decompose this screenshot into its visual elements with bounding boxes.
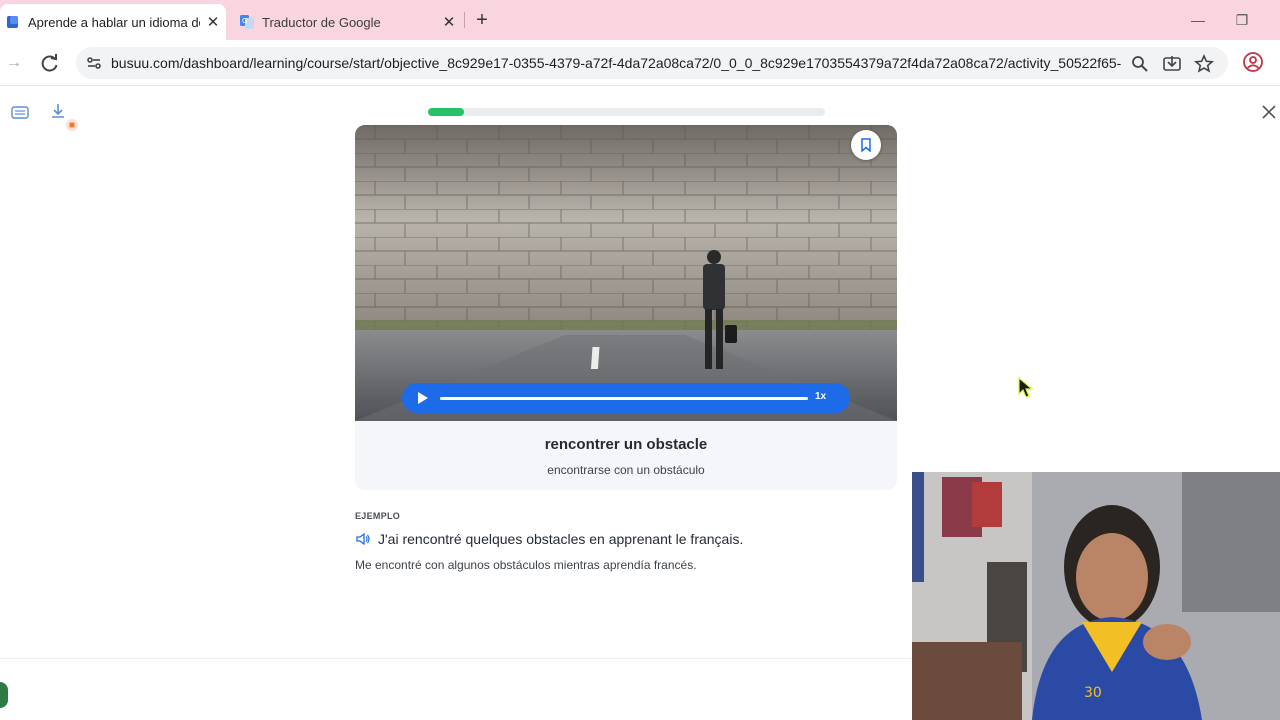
lesson-progress-fill xyxy=(428,108,464,116)
restore-icon[interactable]: ❐ xyxy=(1228,8,1256,32)
forward-icon[interactable]: → xyxy=(2,51,26,75)
busuu-favicon-icon xyxy=(7,16,18,28)
new-tab-button[interactable]: + xyxy=(470,8,494,32)
mouse-cursor-icon xyxy=(1018,377,1034,398)
audio-player[interactable]: 1x xyxy=(402,383,850,413)
lesson-page: 1x rencontrer un obstacle encontrarse co… xyxy=(0,87,1280,720)
browser-toolbar: → busuu.com/dashboard/learning/course/st… xyxy=(0,40,1280,86)
speaker-icon[interactable] xyxy=(355,531,371,547)
example-sentence: J'ai rencontré quelques obstacles en app… xyxy=(378,531,744,547)
help-widget-button[interactable] xyxy=(0,682,8,708)
example-row: J'ai rencontré quelques obstacles en app… xyxy=(355,531,743,547)
tab-close-icon[interactable]: ✕ xyxy=(200,13,226,31)
close-icon[interactable] xyxy=(1258,101,1280,123)
reload-icon[interactable] xyxy=(38,51,62,75)
profile-icon[interactable] xyxy=(1242,51,1264,73)
keyboard-extension-icon[interactable] xyxy=(11,104,29,120)
tab-busuu[interactable]: Aprende a hablar un idioma de ✕ xyxy=(0,4,226,40)
google-translate-icon: G xyxy=(240,15,254,29)
example-translation: Me encontré con algunos obstáculos mient… xyxy=(355,558,697,572)
download-extension-icon[interactable] xyxy=(50,102,82,134)
play-icon[interactable] xyxy=(416,391,430,405)
minimize-icon[interactable]: — xyxy=(1184,8,1212,32)
vocabulary-word: rencontrer un obstacle xyxy=(544,436,708,453)
address-bar[interactable]: busuu.com/dashboard/learning/course/star… xyxy=(76,47,1228,79)
tab-title: Traductor de Google xyxy=(262,14,381,30)
zoom-icon[interactable] xyxy=(1129,53,1151,75)
webcam-overlay-image: 30 xyxy=(912,472,1280,720)
vocabulary-translation: encontrarse con un obstáculo xyxy=(547,463,705,477)
svg-text:30: 30 xyxy=(1084,685,1102,701)
audio-progress-bar[interactable] xyxy=(440,397,808,400)
browser-tab-strip: Aprende a hablar un idioma de ✕ G Traduc… xyxy=(0,0,1280,40)
footer-divider xyxy=(0,658,912,659)
bookmark-icon xyxy=(861,138,871,152)
vocabulary-card: 1x rencontrer un obstacle encontrarse co… xyxy=(355,125,897,490)
url-text: busuu.com/dashboard/learning/course/star… xyxy=(111,55,1121,71)
tab-close-icon[interactable]: ✕ xyxy=(436,13,462,31)
playback-speed-button[interactable]: 1x xyxy=(815,391,826,402)
example-label: EJEMPLO xyxy=(355,511,401,521)
tab-title: Aprende a hablar un idioma de xyxy=(28,14,200,30)
tab-google-translate[interactable]: G Traductor de Google ✕ xyxy=(232,4,462,40)
svg-text:G: G xyxy=(242,17,247,25)
install-icon[interactable] xyxy=(1161,53,1183,75)
bookmark-button[interactable] xyxy=(851,130,881,160)
site-info-icon[interactable] xyxy=(84,53,104,73)
tab-separator xyxy=(464,12,465,28)
star-icon[interactable] xyxy=(1193,53,1215,75)
vocabulary-photo xyxy=(355,125,897,421)
lesson-progress-bar xyxy=(428,108,825,116)
